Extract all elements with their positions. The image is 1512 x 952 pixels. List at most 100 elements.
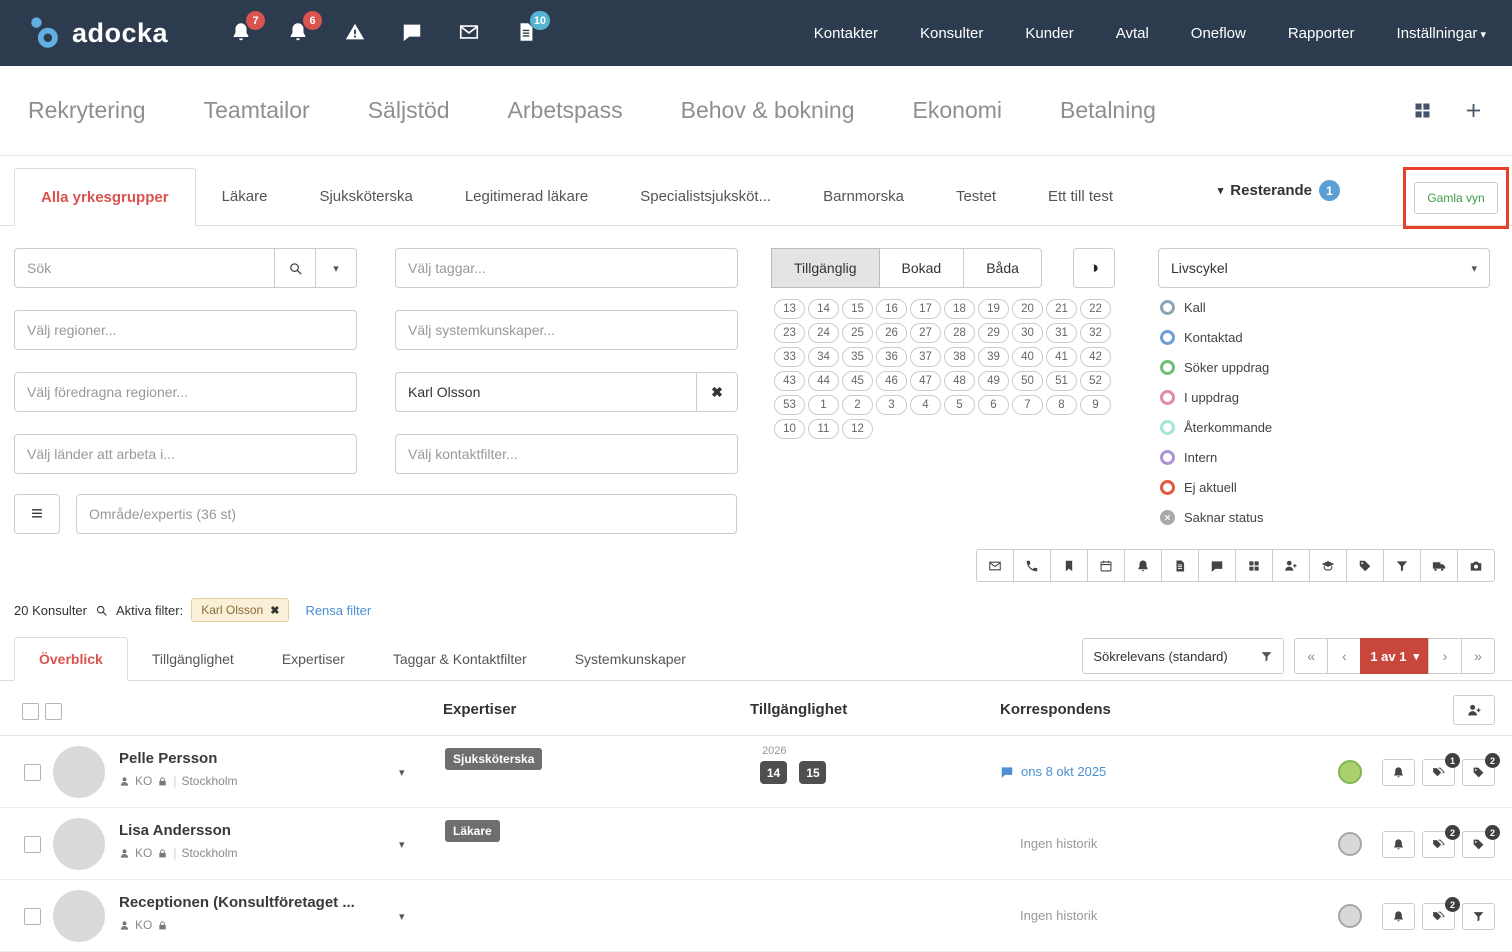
sort-select[interactable]: Sökrelevans (standard) (1082, 638, 1285, 674)
week-button[interactable]: 45 (842, 371, 873, 391)
row-filter-button[interactable] (1462, 903, 1495, 930)
expand-caret-icon[interactable]: ▾ (399, 910, 405, 923)
week-button[interactable]: 40 (1012, 347, 1043, 367)
row-tags-button[interactable]: 2 (1422, 825, 1460, 858)
old-view-button[interactable]: Gamla vyn (1414, 182, 1498, 214)
profession-tab[interactable]: Testet (930, 168, 1022, 225)
toolbar-bell-button[interactable] (1124, 549, 1162, 582)
toolbar-grid-button[interactable] (1235, 549, 1273, 582)
menu-button[interactable]: ≡ (14, 494, 60, 534)
toolbar-document-button[interactable] (1161, 549, 1199, 582)
select-page-checkbox[interactable] (45, 703, 62, 720)
expand-caret-icon[interactable]: ▾ (399, 838, 405, 851)
row-bell-button[interactable] (1382, 759, 1415, 786)
week-button[interactable]: 49 (978, 371, 1009, 391)
week-button[interactable]: 17 (910, 299, 941, 319)
first-page-button[interactable]: « (1294, 638, 1329, 674)
week-button[interactable]: 52 (1080, 371, 1111, 391)
week-button[interactable]: 9 (1080, 395, 1111, 415)
clear-filters-link[interactable]: Rensa filter (305, 603, 371, 618)
next-page-button[interactable]: › (1428, 638, 1462, 674)
top-nav-item[interactable]: Kontakter (814, 25, 878, 42)
week-button[interactable]: 42 (1080, 347, 1111, 367)
status-dot-icon[interactable] (1338, 904, 1362, 928)
add-consultant-button[interactable] (1453, 695, 1495, 725)
top-nav-item[interactable]: Kunder (1025, 25, 1073, 42)
week-button[interactable]: 38 (944, 347, 975, 367)
profession-tab[interactable]: Specialistsjuksköt... (614, 168, 797, 225)
row-tag-filter-button[interactable]: 2 (1462, 753, 1500, 786)
preferred-regions-input[interactable] (14, 372, 357, 412)
result-tab[interactable]: Expertiser (258, 637, 369, 680)
status-dot-icon[interactable] (1338, 760, 1362, 784)
row-tag-filter-button[interactable]: 2 (1462, 825, 1500, 858)
top-nav-item[interactable]: Inställningar (1397, 25, 1486, 42)
lifecycle-status[interactable]: Kontaktad (1160, 330, 1272, 345)
row-bell-button[interactable] (1382, 831, 1415, 858)
consultant-name[interactable]: Receptionen (Konsultföretaget ... (119, 894, 384, 911)
toolbar-envelope-button[interactable] (976, 549, 1014, 582)
toolbar-bookmark-button[interactable] (1050, 549, 1088, 582)
consultant-name[interactable]: Lisa Andersson (119, 822, 384, 839)
availability-toggle-option[interactable]: Båda (963, 248, 1042, 288)
lifecycle-status[interactable]: Kall (1160, 300, 1272, 315)
row-tags-button[interactable]: 1 (1422, 753, 1460, 786)
search-input[interactable] (14, 248, 275, 288)
week-button[interactable]: 13 (774, 299, 805, 319)
system-skills-input[interactable] (395, 310, 738, 350)
week-button[interactable]: 35 (842, 347, 873, 367)
week-button[interactable]: 34 (808, 347, 839, 367)
week-button[interactable]: 44 (808, 371, 839, 391)
module-nav-item[interactable]: Säljstöd (368, 97, 450, 124)
top-nav-item[interactable]: Oneflow (1191, 25, 1246, 42)
week-button[interactable]: 53 (774, 395, 805, 415)
week-button[interactable]: 43 (774, 371, 805, 391)
week-button[interactable]: 36 (876, 347, 907, 367)
lifecycle-status[interactable]: Intern (1160, 450, 1272, 465)
availability-toggle-option[interactable]: Bokad (878, 248, 965, 288)
expand-caret-icon[interactable]: ▾ (399, 766, 405, 779)
resterande-dropdown[interactable]: ▾ Resterande 1 (1218, 180, 1340, 201)
result-tab[interactable]: Tillgänglighet (128, 637, 258, 680)
brand[interactable]: adocka (26, 14, 168, 52)
toolbar-tag-button[interactable] (1346, 549, 1384, 582)
module-nav-item[interactable]: Rekrytering (28, 97, 146, 124)
week-button[interactable]: 39 (978, 347, 1009, 367)
regions-input[interactable] (14, 310, 357, 350)
week-button[interactable]: 37 (910, 347, 941, 367)
correspondence-link[interactable]: ons 8 okt 2025 (1021, 764, 1106, 779)
week-button[interactable]: 20 (1012, 299, 1043, 319)
week-button[interactable]: 46 (876, 371, 907, 391)
result-tab[interactable]: Systemkunskaper (551, 637, 710, 680)
profession-tab[interactable]: Sjuksköterska (293, 168, 438, 225)
week-button[interactable]: 28 (944, 323, 975, 343)
week-button[interactable]: 6 (978, 395, 1009, 415)
top-nav-item[interactable]: Konsulter (920, 25, 983, 42)
availability-toggle-option[interactable]: Tillgänglig (771, 248, 880, 288)
tags-input[interactable] (395, 248, 738, 288)
week-button[interactable]: 16 (876, 299, 907, 319)
module-nav-item[interactable]: Ekonomi (913, 97, 1002, 124)
week-button[interactable]: 18 (944, 299, 975, 319)
availability-week[interactable]: 15 (799, 761, 827, 784)
lifecycle-status[interactable]: I uppdrag (1160, 390, 1272, 405)
search-options-button[interactable]: ▾ (315, 248, 357, 288)
week-button[interactable]: 14 (808, 299, 839, 319)
result-tab[interactable]: Överblick (14, 637, 128, 681)
week-button[interactable]: 7 (1012, 395, 1043, 415)
week-button[interactable]: 33 (774, 347, 805, 367)
consultant-filter-input[interactable] (395, 372, 697, 412)
lifecycle-select[interactable]: Livscykel ▾ (1158, 248, 1490, 288)
countries-input[interactable] (14, 434, 357, 474)
week-button[interactable]: 50 (1012, 371, 1043, 391)
lifecycle-status[interactable]: Återkommande (1160, 420, 1272, 435)
contact-filter-input[interactable] (395, 434, 738, 474)
module-nav-item[interactable]: Behov & bokning (681, 97, 855, 124)
week-button[interactable]: 47 (910, 371, 941, 391)
week-button[interactable]: 27 (910, 323, 941, 343)
toolbar-phone-button[interactable] (1013, 549, 1051, 582)
week-button[interactable]: 5 (944, 395, 975, 415)
week-button[interactable]: 4 (910, 395, 941, 415)
lifecycle-status[interactable]: Söker uppdrag (1160, 360, 1272, 375)
module-nav-item[interactable]: Teamtailor (204, 97, 310, 124)
